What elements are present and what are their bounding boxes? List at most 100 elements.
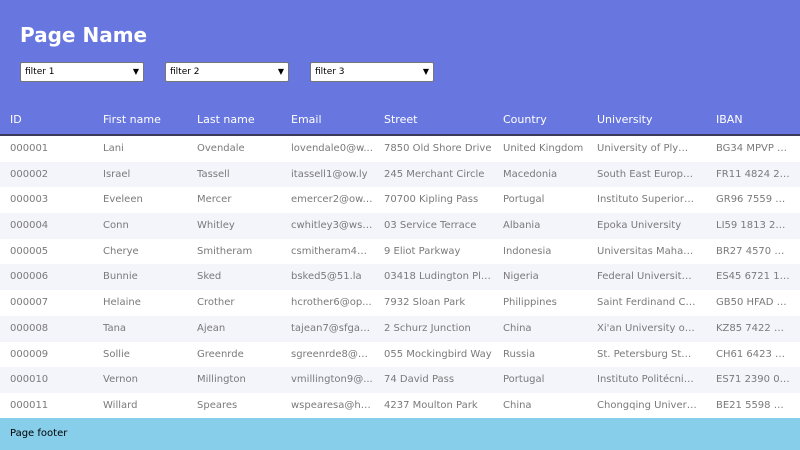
table-row[interactable]: 000008 Tana Ajean tajean7@sfgat... 2 Schurz … — [0, 315, 800, 342]
filter-2-value: filter 2 — [170, 67, 200, 77]
column-header-street[interactable]: Street — [384, 106, 494, 134]
table-row[interactable]: 000010 Vernon Millington vmillington9@... 74… — [0, 367, 800, 393]
cell-email: hcrother6@op... — [291, 297, 372, 309]
cell-country: Nigeria — [503, 271, 539, 283]
cell-first-name: Conn — [103, 220, 129, 232]
cell-email: sgreenrde8@w... — [291, 348, 373, 360]
column-header-last-name[interactable]: Last name — [197, 106, 277, 134]
cell-email: bsked5@51.la — [291, 271, 362, 283]
filter-2-select[interactable]: filter 2 ▼ — [165, 62, 289, 82]
cell-email: cwhitley3@wsj... — [291, 220, 373, 232]
table-header: ID First name Last name Email Street Cou… — [0, 106, 800, 136]
cell-iban: BR27 4570 422... — [716, 245, 790, 257]
cell-university: Universitas Mahasar... — [597, 245, 697, 257]
cell-university: Federal University of... — [597, 271, 697, 283]
cell-first-name: Tana — [103, 322, 127, 334]
cell-iban: LI59 1813 2T7T... — [716, 220, 790, 232]
cell-street: 055 Mockingbird Way — [384, 348, 492, 360]
table-row[interactable]: 000005 Cherye Smitheram csmitheram4@... 9 El… — [0, 238, 800, 265]
filter-3-select[interactable]: filter 3 ▼ — [310, 62, 434, 82]
table-row[interactable]: 000009 Sollie Greenrde sgreenrde8@w... 055 M… — [0, 341, 800, 368]
cell-first-name: Cherye — [103, 245, 139, 257]
cell-street: 9 Eliot Parkway — [384, 245, 461, 257]
cell-first-name: Bunnie — [103, 271, 138, 283]
cell-street: 245 Merchant Circle — [384, 168, 485, 180]
cell-iban: FR11 4824 294... — [716, 168, 790, 180]
cell-university: Chongqing Universit... — [597, 399, 697, 411]
cell-university: South East European... — [597, 168, 697, 180]
page-title: Page Name — [20, 23, 148, 47]
cell-iban: KZ85 7422 XD... — [716, 322, 790, 334]
header: Page Name filter 1 ▼ filter 2 ▼ filter 3… — [0, 0, 800, 136]
cell-email: csmitheram4@... — [291, 245, 373, 257]
cell-iban: GB50 HFAD 81... — [716, 297, 790, 309]
cell-id: 000002 — [10, 168, 49, 180]
cell-street: 03418 Ludington Pla... — [384, 271, 494, 283]
cell-email: itassell1@ow.ly — [291, 168, 368, 180]
cell-country: Portugal — [503, 194, 545, 206]
chevron-down-icon: ▼ — [277, 67, 284, 76]
column-header-university[interactable]: University — [597, 106, 697, 134]
cell-last-name: Tassell — [197, 168, 230, 180]
cell-iban: BG34 MPVP 87... — [716, 143, 790, 154]
table-row[interactable]: 000001 Lani Ovendale lovendale0@w... 7850 Ol… — [0, 136, 800, 162]
cell-first-name: Willard — [103, 399, 138, 411]
cell-id: 000010 — [10, 374, 49, 386]
column-header-iban[interactable]: IBAN — [716, 106, 790, 134]
cell-university: Instituto Superior N... — [597, 194, 697, 206]
cell-email: vmillington9@... — [291, 374, 373, 386]
cell-street: 74 David Pass — [384, 374, 455, 386]
cell-last-name: Crother — [197, 297, 235, 309]
column-header-email[interactable]: Email — [291, 106, 373, 134]
table-row[interactable]: 000007 Helaine Crother hcrother6@op... 7932 … — [0, 290, 800, 316]
cell-iban: CH61 6423 9T4... — [716, 348, 790, 360]
table-row[interactable]: 000011 Willard Speares wspearesa@ha... 4237 … — [0, 392, 800, 419]
cell-country: Portugal — [503, 374, 545, 386]
cell-last-name: Greenrde — [197, 348, 244, 360]
cell-university: Instituto Politécnico ... — [597, 374, 697, 386]
cell-last-name: Ovendale — [197, 143, 245, 154]
footer-text: Page footer — [10, 428, 68, 439]
cell-last-name: Mercer — [197, 194, 232, 206]
cell-first-name: Lani — [103, 143, 124, 154]
cell-country: United Kingdom — [503, 143, 584, 154]
cell-university: University of Plymouth — [597, 143, 697, 154]
column-header-first-name[interactable]: First name — [103, 106, 183, 134]
filter-1-select[interactable]: filter 1 ▼ — [20, 62, 144, 82]
cell-last-name: Sked — [197, 271, 222, 283]
cell-country: China — [503, 399, 532, 411]
cell-first-name: Eveleen — [103, 194, 143, 206]
cell-last-name: Smitheram — [197, 245, 253, 257]
cell-street: 03 Service Terrace — [384, 220, 477, 232]
cell-street: 7850 Old Shore Drive — [384, 143, 492, 154]
cell-id: 000007 — [10, 297, 49, 309]
cell-university: St. Petersburg State ... — [597, 348, 697, 360]
cell-last-name: Ajean — [197, 322, 226, 334]
cell-email: tajean7@sfgat... — [291, 322, 373, 334]
table-row[interactable]: 000003 Eveleen Mercer emercer2@ow.ly 70700 K… — [0, 187, 800, 214]
cell-iban: GR96 7559 456... — [716, 194, 790, 206]
cell-first-name: Israel — [103, 168, 131, 180]
filter-3-value: filter 3 — [315, 67, 345, 77]
cell-university: Saint Ferdinand Coll... — [597, 297, 697, 309]
table-row[interactable]: 000006 Bunnie Sked bsked5@51.la 03418 Luding… — [0, 264, 800, 291]
cell-street: 2 Schurz Junction — [384, 322, 471, 334]
cell-iban: ES45 6721 133... — [716, 271, 790, 283]
column-header-country[interactable]: Country — [503, 106, 589, 134]
cell-iban: ES71 2390 066... — [716, 374, 790, 386]
cell-email: emercer2@ow.ly — [291, 194, 373, 206]
cell-university: Epoka University — [597, 220, 682, 232]
cell-university: Xi'an University of El... — [597, 322, 697, 334]
cell-country: Philippines — [503, 297, 557, 309]
cell-first-name: Helaine — [103, 297, 141, 309]
table-row[interactable]: 000004 Conn Whitley cwhitley3@wsj... 03 Serv… — [0, 213, 800, 239]
page: Page Name filter 1 ▼ filter 2 ▼ filter 3… — [0, 0, 800, 450]
table-row[interactable]: 000002 Israel Tassell itassell1@ow.ly 245 Me… — [0, 161, 800, 188]
column-header-id[interactable]: ID — [10, 106, 90, 134]
cell-id: 000001 — [10, 143, 49, 154]
cell-id: 000011 — [10, 399, 49, 411]
cell-id: 000006 — [10, 271, 49, 283]
cell-id: 000005 — [10, 245, 49, 257]
cell-last-name: Millington — [197, 374, 246, 386]
cell-id: 000009 — [10, 348, 49, 360]
